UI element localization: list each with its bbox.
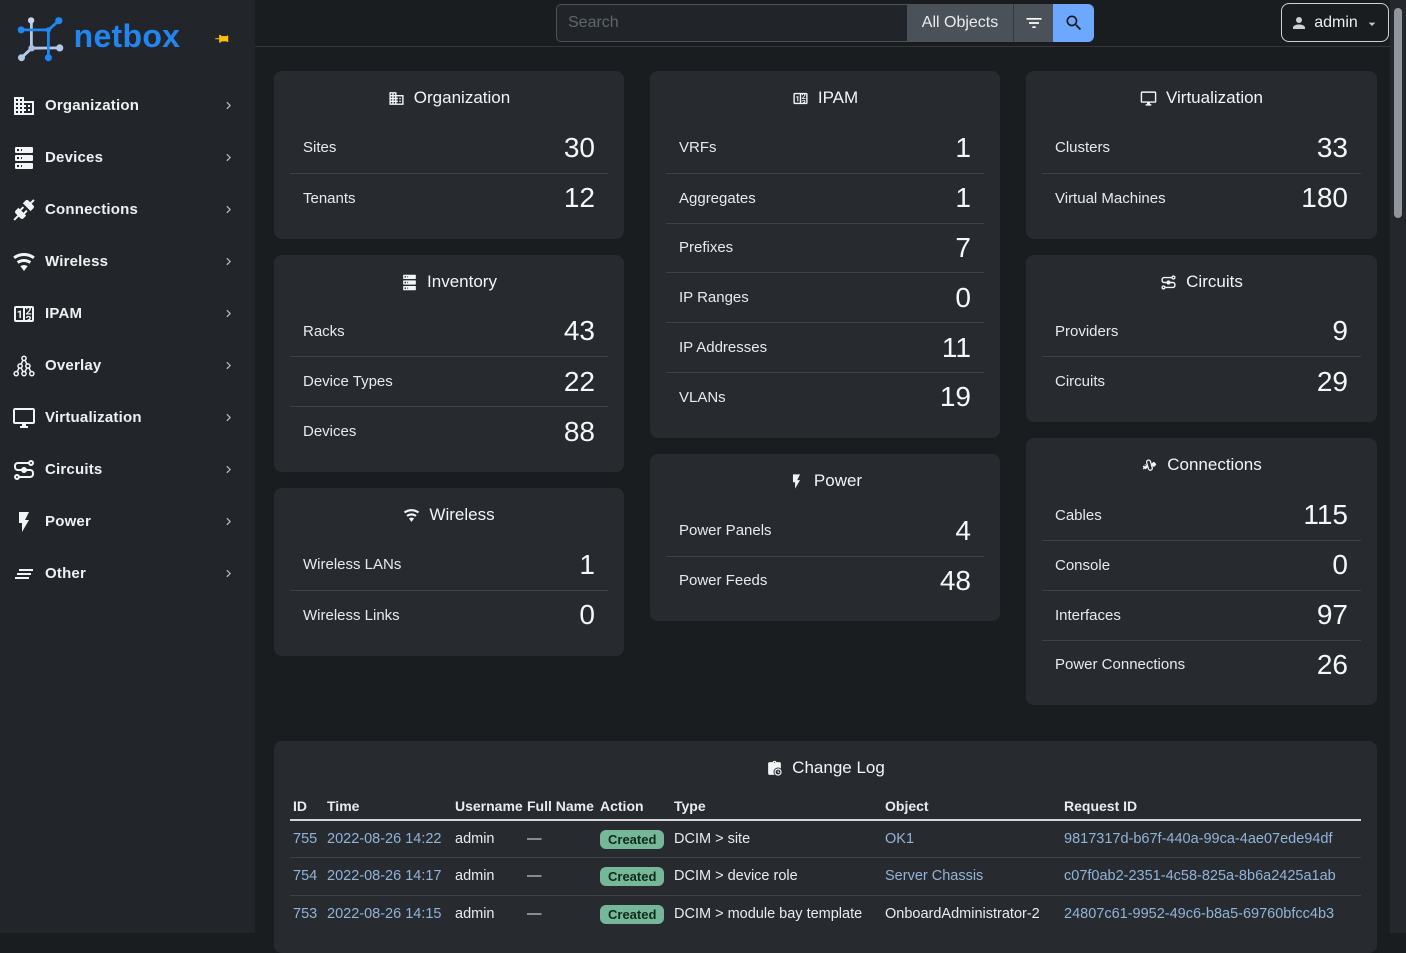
svg-text:netbox: netbox: [74, 18, 181, 54]
